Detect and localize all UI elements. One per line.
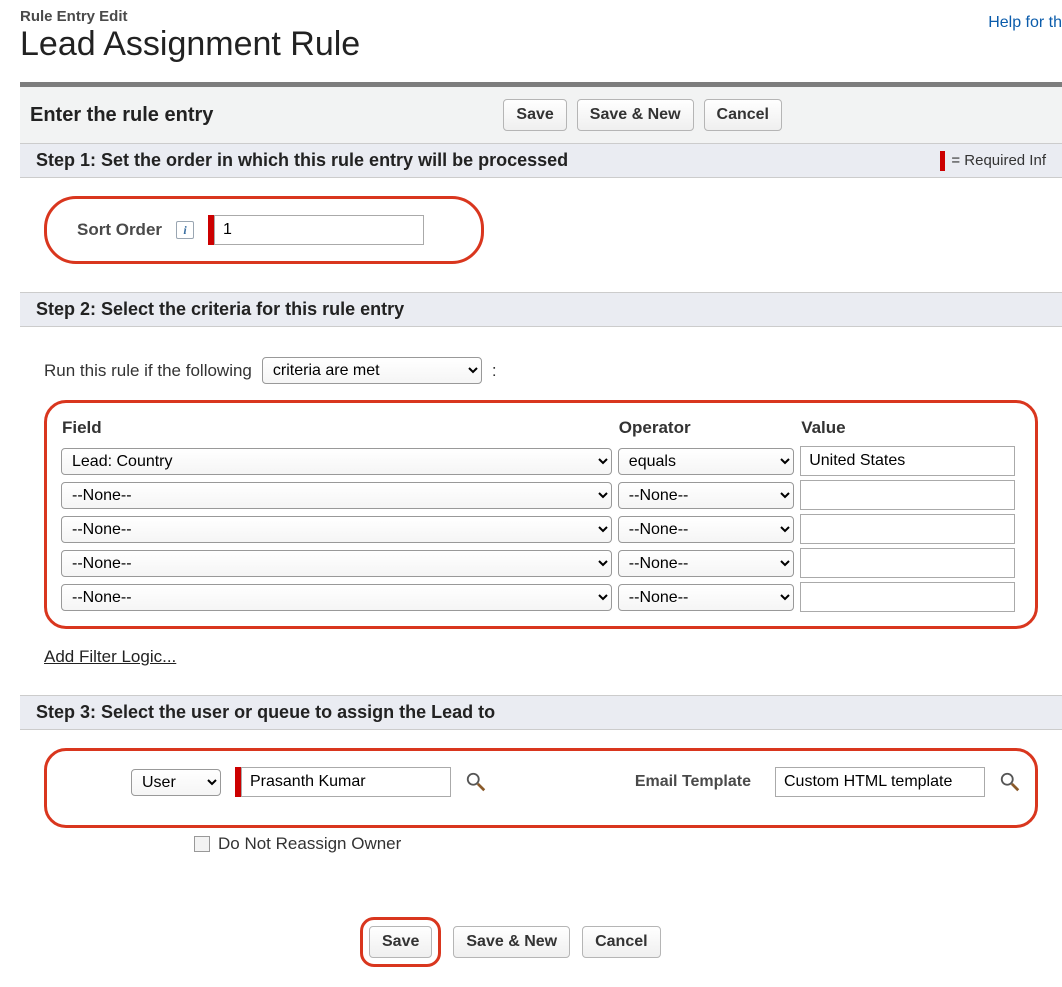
run-rule-prefix: Run this rule if the following: [44, 361, 252, 381]
enter-rule-entry-title: Enter the rule entry: [30, 104, 213, 127]
do-not-reassign-label: Do Not Reassign Owner: [218, 834, 401, 854]
step2-title: Step 2: Select the criteria for this rul…: [36, 299, 404, 320]
save-and-new-button-footer[interactable]: Save & New: [453, 926, 570, 958]
criteria-field-select[interactable]: --None--: [61, 482, 612, 509]
criteria-value-input[interactable]: [800, 514, 1015, 544]
criteria-row: --None-- --None--: [61, 548, 1021, 578]
lookup-icon[interactable]: [999, 771, 1021, 793]
step3-header: Step 3: Select the user or queue to assi…: [20, 695, 1062, 730]
page-header: Rule Entry Edit Lead Assignment Rule Hel…: [20, 8, 1062, 64]
criteria-header-field: Field: [61, 417, 618, 442]
criteria-row: --None-- --None--: [61, 480, 1021, 510]
required-bar-icon: [940, 151, 945, 171]
criteria-field-select[interactable]: --None--: [61, 516, 612, 543]
do-not-reassign-checkbox[interactable]: [194, 836, 210, 852]
step3-title: Step 3: Select the user or queue to assi…: [36, 702, 495, 723]
criteria-row: --None-- --None--: [61, 514, 1021, 544]
assignee-type-select[interactable]: User: [131, 769, 221, 796]
required-info-legend: = Required Inf: [940, 151, 1046, 171]
criteria-row: --None-- --None--: [61, 582, 1021, 612]
email-template-input[interactable]: [775, 767, 985, 797]
criteria-row: Lead: Country equals: [61, 446, 1021, 476]
required-info-text: = Required Inf: [951, 152, 1046, 169]
save-highlight: Save: [360, 917, 441, 967]
help-link[interactable]: Help for th: [988, 14, 1062, 32]
criteria-mode-select[interactable]: criteria are met: [262, 357, 482, 384]
criteria-header-operator: Operator: [618, 417, 800, 442]
lookup-icon[interactable]: [465, 771, 487, 793]
email-template-label: Email Template: [635, 773, 751, 791]
assignee-highlight: User Email Template: [44, 748, 1038, 828]
criteria-value-input[interactable]: [800, 480, 1015, 510]
criteria-field-select[interactable]: --None--: [61, 584, 612, 611]
criteria-highlight: Field Operator Value Lead: Country equal…: [44, 400, 1038, 629]
cancel-button-footer[interactable]: Cancel: [582, 926, 660, 958]
sort-order-input[interactable]: [214, 215, 424, 245]
criteria-value-input[interactable]: [800, 548, 1015, 578]
save-button[interactable]: Save: [503, 99, 566, 131]
criteria-operator-select[interactable]: --None--: [618, 516, 794, 543]
colon: :: [492, 361, 497, 381]
page-title: Lead Assignment Rule: [20, 25, 360, 64]
criteria-header-value: Value: [800, 417, 1021, 442]
sort-order-label: Sort Order: [77, 220, 162, 240]
step1-header: Step 1: Set the order in which this rule…: [20, 143, 1062, 178]
rule-entry-edit-label: Rule Entry Edit: [20, 8, 360, 25]
info-icon[interactable]: i: [176, 221, 194, 239]
criteria-field-select[interactable]: --None--: [61, 550, 612, 577]
enter-rule-entry-header: Enter the rule entry Save Save & New Can…: [20, 87, 1062, 143]
criteria-value-input[interactable]: [800, 446, 1015, 476]
criteria-value-input[interactable]: [800, 582, 1015, 612]
add-filter-logic-link[interactable]: Add Filter Logic...: [44, 647, 176, 666]
sort-order-highlight: Sort Order i: [44, 196, 484, 264]
criteria-operator-select[interactable]: --None--: [618, 482, 794, 509]
step2-header: Step 2: Select the criteria for this rul…: [20, 292, 1062, 327]
step1-title: Step 1: Set the order in which this rule…: [36, 150, 568, 171]
cancel-button[interactable]: Cancel: [704, 99, 782, 131]
assignee-name-input[interactable]: [241, 767, 451, 797]
criteria-operator-select[interactable]: equals: [618, 448, 794, 475]
criteria-operator-select[interactable]: --None--: [618, 550, 794, 577]
criteria-operator-select[interactable]: --None--: [618, 584, 794, 611]
criteria-field-select[interactable]: Lead: Country: [61, 448, 612, 475]
save-button-footer[interactable]: Save: [369, 926, 432, 958]
save-and-new-button[interactable]: Save & New: [577, 99, 694, 131]
